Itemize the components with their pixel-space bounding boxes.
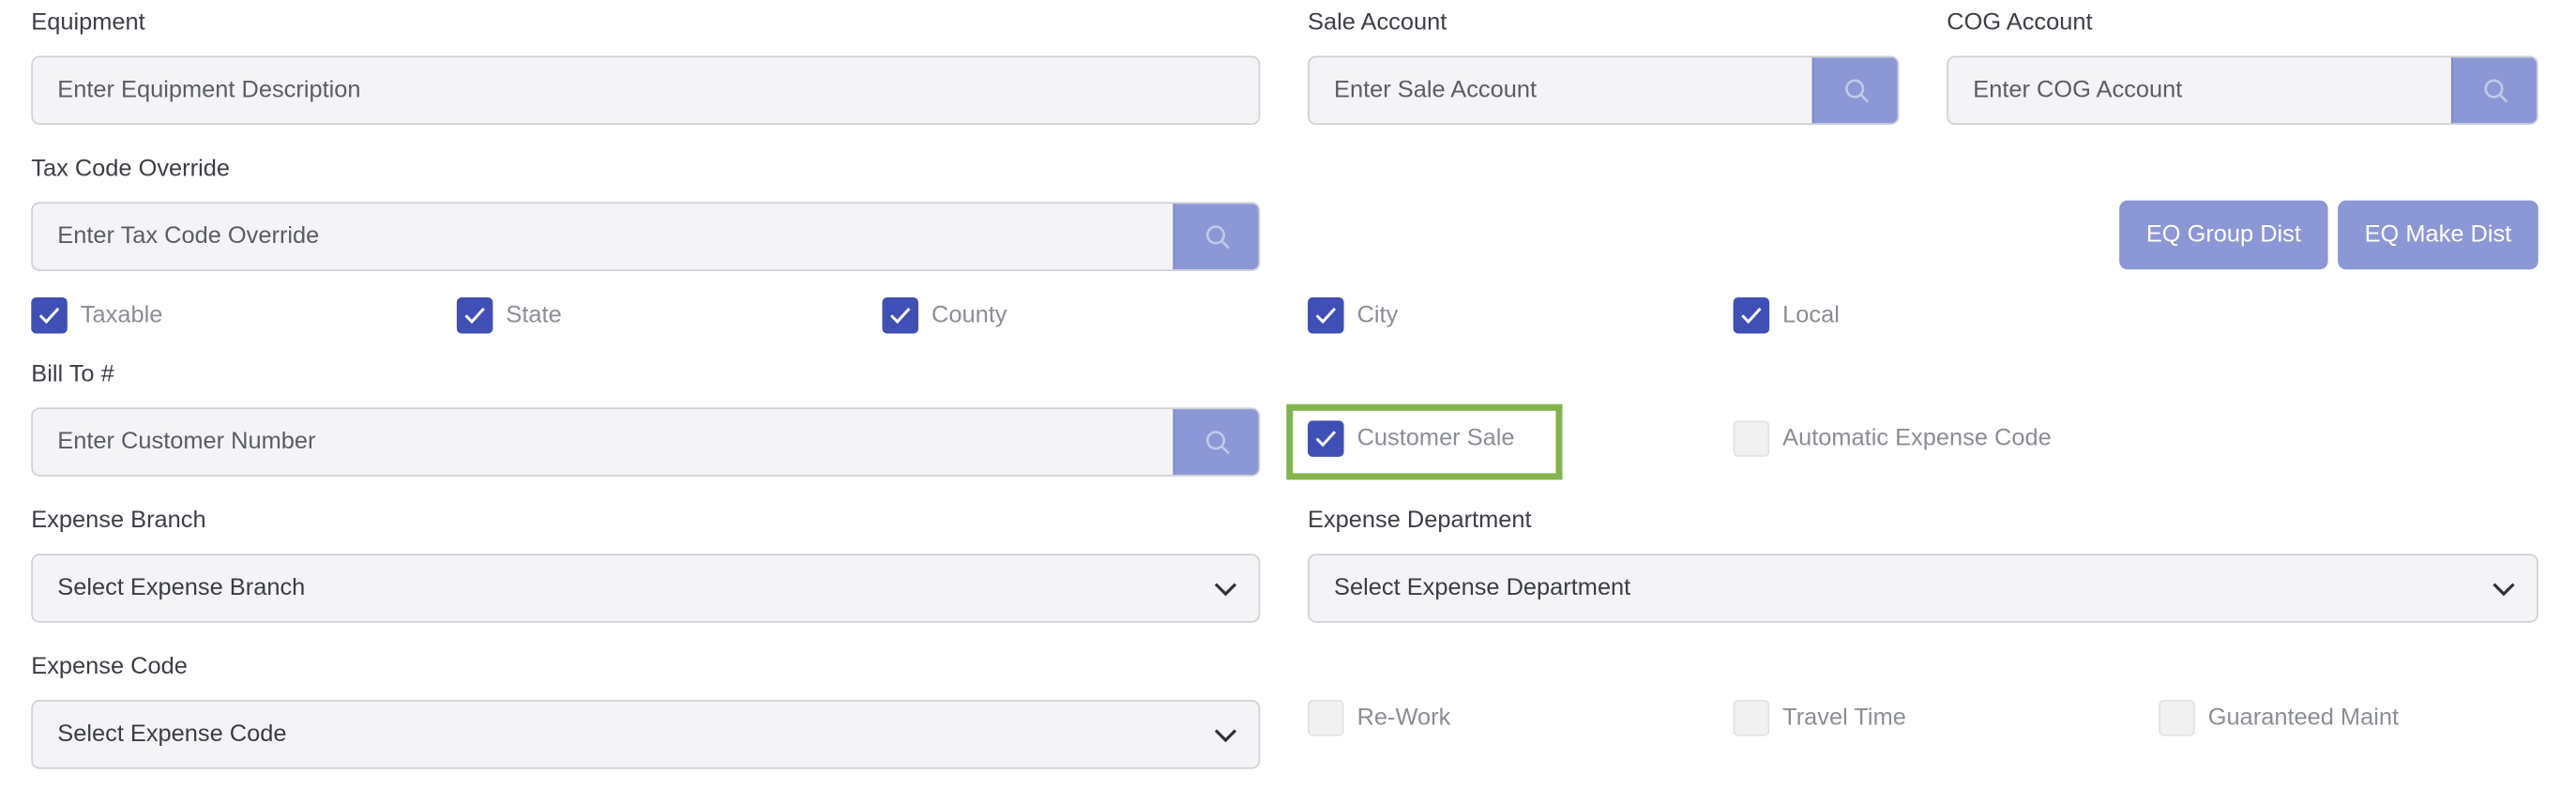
travel-time-checkbox[interactable] xyxy=(1733,700,1770,736)
bill-to-label: Bill To # xyxy=(31,361,114,388)
checkmark-icon xyxy=(464,307,485,325)
tax-code-search-button[interactable] xyxy=(1173,204,1259,270)
chevron-down-icon xyxy=(2491,575,2517,601)
city-checkbox[interactable] xyxy=(1308,296,1344,334)
equipment-input[interactable]: Enter Equipment Description xyxy=(31,55,1261,126)
taxable-checkbox[interactable] xyxy=(31,296,68,334)
re-work-label: Re-Work xyxy=(1356,705,1451,732)
tax-code-override-placeholder: Enter Tax Code Override xyxy=(57,223,320,250)
county-label: County xyxy=(931,302,1008,329)
expense-code-value: Select Expense Code xyxy=(57,721,287,748)
city-label: City xyxy=(1356,302,1399,329)
sale-account-label: Sale Account xyxy=(1308,9,1447,37)
chevron-down-icon xyxy=(1212,721,1238,748)
bill-to-placeholder: Enter Customer Number xyxy=(57,429,316,456)
travel-time-label: Travel Time xyxy=(1782,705,1906,732)
checkmark-icon xyxy=(38,307,60,325)
eq-group-dist-button[interactable]: EQ Group Dist xyxy=(2119,200,2328,270)
re-work-checkbox[interactable] xyxy=(1308,700,1344,736)
customer-sale-checkbox[interactable] xyxy=(1308,420,1344,457)
cog-account-search-button[interactable] xyxy=(2450,57,2538,124)
sale-account-search-button[interactable] xyxy=(1811,57,1898,124)
automatic-expense-code-label: Automatic Expense Code xyxy=(1782,425,2052,452)
bill-to-input[interactable]: Enter Customer Number xyxy=(31,407,1261,477)
equipment-label: Equipment xyxy=(31,9,145,37)
expense-department-select[interactable]: Select Expense Department xyxy=(1308,554,2538,623)
expense-department-value: Select Expense Department xyxy=(1334,574,1631,601)
sale-account-input[interactable]: Enter Sale Account xyxy=(1308,55,1900,126)
expense-branch-select[interactable]: Select Expense Branch xyxy=(31,554,1261,623)
guaranteed-maint-checkbox[interactable] xyxy=(2159,700,2195,736)
checkmark-icon xyxy=(1315,431,1337,448)
tax-code-override-label: Tax Code Override xyxy=(31,156,230,183)
eq-make-dist-button[interactable]: EQ Make Dist xyxy=(2338,200,2538,270)
chevron-down-icon xyxy=(1212,575,1238,601)
equipment-form: Equipment Sale Account COG Account Enter… xyxy=(0,0,2576,789)
sale-account-placeholder: Enter Sale Account xyxy=(1334,77,1538,104)
cog-account-placeholder: Enter COG Account xyxy=(1973,77,2183,104)
expense-department-label: Expense Department xyxy=(1308,508,1532,535)
tax-code-override-input[interactable]: Enter Tax Code Override xyxy=(31,202,1261,271)
customer-sale-label: Customer Sale xyxy=(1356,425,1515,452)
search-icon xyxy=(2483,79,2508,103)
local-label: Local xyxy=(1782,302,1840,329)
expense-branch-value: Select Expense Branch xyxy=(57,574,306,601)
expense-branch-label: Expense Branch xyxy=(31,508,206,535)
search-icon xyxy=(1844,79,1868,103)
cog-account-input[interactable]: Enter COG Account xyxy=(1947,55,2538,126)
automatic-expense-code-checkbox[interactable] xyxy=(1733,420,1770,457)
guaranteed-maint-label: Guaranteed Maint xyxy=(2207,705,2400,732)
expense-code-select[interactable]: Select Expense Code xyxy=(31,700,1261,769)
state-label: State xyxy=(506,302,562,329)
checkmark-icon xyxy=(1741,307,1762,325)
county-checkbox[interactable] xyxy=(882,296,918,334)
cog-account-label: COG Account xyxy=(1947,9,2093,37)
equipment-placeholder: Enter Equipment Description xyxy=(57,77,361,104)
checkmark-icon xyxy=(890,307,911,325)
taxable-label: Taxable xyxy=(80,302,163,329)
search-icon xyxy=(1205,431,1229,454)
bill-to-search-button[interactable] xyxy=(1173,409,1259,476)
state-checkbox[interactable] xyxy=(456,296,493,334)
local-checkbox[interactable] xyxy=(1733,296,1770,334)
search-icon xyxy=(1205,225,1229,249)
expense-code-label: Expense Code xyxy=(31,654,188,681)
checkmark-icon xyxy=(1315,307,1337,325)
